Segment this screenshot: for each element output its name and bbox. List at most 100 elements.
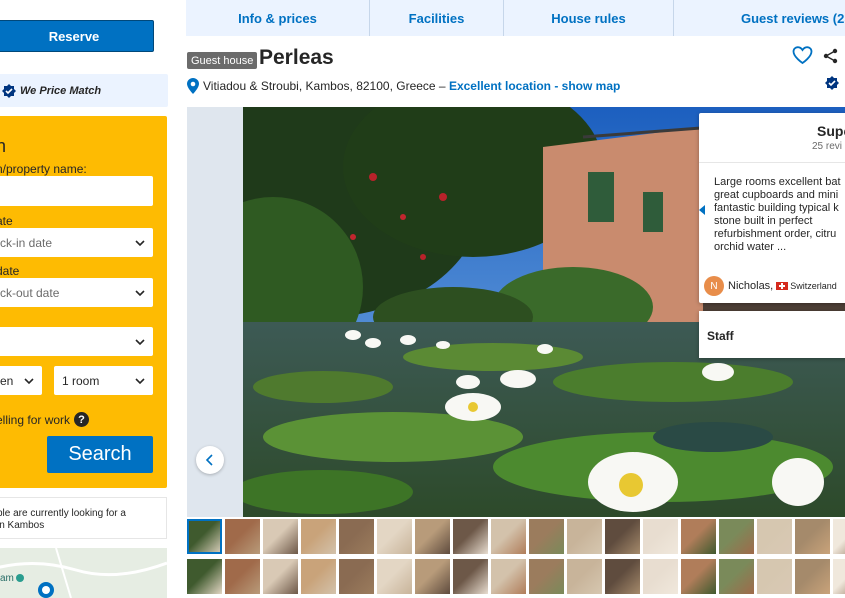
review-count: 25 revi (812, 141, 843, 152)
gallery-thumbnail[interactable] (225, 519, 260, 554)
checkin-placeholder: ck-in date (0, 235, 53, 250)
gallery-thumbnail[interactable] (681, 519, 716, 554)
search-button[interactable]: Search (47, 436, 153, 473)
question-icon[interactable]: ? (74, 412, 90, 427)
map-graphic (0, 548, 167, 598)
guests-select[interactable] (0, 327, 153, 356)
rooms-select[interactable]: 1 room (54, 366, 153, 395)
gallery-thumbnail[interactable] (529, 519, 564, 554)
gallery-thumbnail[interactable] (187, 559, 222, 594)
address-text: Vitiadou & Stroubi, Kambos, 82100, Greec… (203, 79, 446, 93)
gallery-thumbnail[interactable] (605, 519, 640, 554)
gallery-thumbnail[interactable] (491, 519, 526, 554)
looking-text: ple are currently looking for a in Kambo… (0, 508, 126, 531)
gallery-thumbnail[interactable] (225, 559, 260, 594)
gallery-thumbnail[interactable] (719, 559, 754, 594)
gallery-thumbnail[interactable] (757, 519, 792, 554)
tab-guest-reviews[interactable]: Guest reviews (25 (674, 0, 845, 36)
chevron-down-icon (135, 338, 145, 345)
avatar: N (704, 276, 724, 296)
gallery-thumbnail[interactable] (757, 559, 792, 594)
chevron-down-icon (135, 239, 145, 246)
gallery-thumbnail[interactable] (263, 519, 298, 554)
gallery-thumbnail[interactable] (681, 559, 716, 594)
work-travel-label: elling for work (0, 412, 71, 427)
gallery-thumbnail[interactable] (567, 559, 602, 594)
rooms-value: 1 room (62, 373, 100, 388)
staff-label: Staff (707, 329, 734, 343)
tab-info-prices[interactable]: Info & prices (186, 0, 370, 36)
gallery-thumbnail[interactable] (187, 519, 222, 554)
chevron-down-icon (135, 289, 145, 296)
gallery-thumbnail[interactable] (339, 519, 374, 554)
verified-icon (825, 76, 839, 90)
review-card[interactable]: Supe 25 revi Large rooms excellent bat g… (699, 113, 845, 303)
reserve-button[interactable]: Reserve (0, 20, 154, 52)
checkin-label: ate (0, 214, 13, 228)
chevron-left-icon (205, 454, 213, 466)
heart-icon[interactable] (792, 46, 813, 65)
property-name: Perleas (259, 46, 334, 69)
gallery-prev-button[interactable] (196, 446, 224, 474)
destination-label: n/property name: (0, 162, 87, 176)
gallery-thumbnail[interactable] (377, 559, 412, 594)
author-country: Switzerland (790, 281, 837, 291)
gallery-thumbnail[interactable] (453, 519, 488, 554)
chevron-down-icon (24, 377, 34, 384)
gallery-thumbnail[interactable] (377, 519, 412, 554)
chevron-left-icon[interactable] (699, 205, 707, 215)
swiss-flag-icon (776, 282, 789, 290)
show-map-link[interactable]: Excellent location - show map (449, 79, 620, 93)
gallery-thumbnail[interactable] (529, 559, 564, 594)
gallery-thumbnail[interactable] (263, 559, 298, 594)
author-name: Nicholas, (728, 280, 774, 292)
staff-rating-card[interactable]: Staff (699, 311, 845, 358)
gallery-thumbnail[interactable] (301, 519, 336, 554)
gallery-thumbnail[interactable] (795, 519, 830, 554)
thumbnail-strip (187, 519, 845, 594)
gallery-thumbnail[interactable] (833, 519, 845, 554)
map-thumbnail[interactable]: am (0, 548, 167, 598)
destination-input[interactable] (0, 176, 153, 206)
gallery-thumbnail[interactable] (567, 519, 602, 554)
gallery-thumbnail[interactable] (453, 559, 488, 594)
left-sidebar: Reserve We Price Match n n/property name… (0, 0, 170, 598)
checkout-label: date (0, 264, 20, 278)
gallery-thumbnail[interactable] (415, 559, 450, 594)
property-type-badge: Guest house (187, 52, 258, 69)
price-match-banner[interactable]: We Price Match (0, 74, 168, 107)
review-text: Large rooms excellent bat great cupboard… (714, 176, 841, 253)
gallery-thumbnail[interactable] (301, 559, 336, 594)
gallery-thumbnail[interactable] (643, 559, 678, 594)
search-panel: n n/property name: ate ck-in date date c… (0, 116, 167, 488)
search-title: n (0, 136, 7, 156)
map-pin-icon (187, 78, 199, 94)
children-select[interactable]: en (0, 366, 42, 395)
chevron-down-icon (135, 377, 145, 384)
map-label: am (0, 573, 14, 584)
tab-bar: Info & prices Facilities House rules Gue… (186, 0, 845, 36)
price-match-label: We Price Match (20, 84, 102, 97)
gallery-thumbnail[interactable] (605, 559, 640, 594)
address-line: Vitiadou & Stroubi, Kambos, 82100, Greec… (187, 78, 620, 94)
gallery-thumbnail[interactable] (491, 559, 526, 594)
gallery-thumbnail[interactable] (643, 519, 678, 554)
tab-house-rules[interactable]: House rules (504, 0, 674, 36)
checkin-date-select[interactable]: ck-in date (0, 228, 153, 257)
gallery-thumbnail[interactable] (833, 559, 845, 594)
looking-notice: ple are currently looking for a in Kambo… (0, 497, 167, 539)
share-icon[interactable] (823, 48, 839, 64)
work-travel-option[interactable]: elling for work ? (0, 412, 90, 427)
review-author: N Nicholas, Switzerland (704, 276, 837, 296)
children-value: en (0, 373, 14, 388)
checkout-placeholder: ck-out date (0, 285, 60, 300)
gallery-thumbnail[interactable] (339, 559, 374, 594)
review-score-label: Supe (817, 123, 845, 139)
checkout-date-select[interactable]: ck-out date (0, 278, 153, 307)
review-score-header: Supe 25 revi (699, 113, 845, 163)
verified-icon (2, 83, 16, 98)
gallery-thumbnail[interactable] (795, 559, 830, 594)
gallery-thumbnail[interactable] (719, 519, 754, 554)
tab-facilities[interactable]: Facilities (370, 0, 504, 36)
gallery-thumbnail[interactable] (415, 519, 450, 554)
